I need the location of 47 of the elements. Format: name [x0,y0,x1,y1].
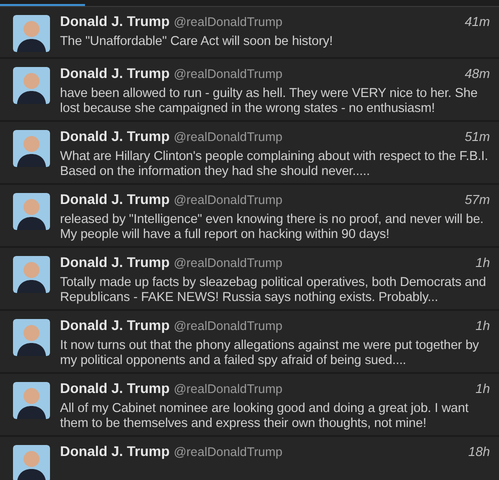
timestamp: 1h [476,380,490,397]
author-handle: @realDonaldTrump [174,255,282,272]
tweet-text: What are Hillary Clinton's people complaining about with respect to the F.B.I. Based on the information they had she should never..... [60,148,490,178]
tweet-text: The "Unaffordable" Care Act will soon be history! [60,33,334,48]
tweet-text: Totally made up facts by sleazebag political operatives, both Democrats and Republicans - FAKE NEWS! Russia says nothing exists. Probably... [60,274,488,304]
tweet-text: All of my Cabinet nominee are looking good and doing a great job. I want them to be themselves and express their own thoughts, not mine! [60,400,470,430]
author-handle: @realDonaldTrump [174,129,282,146]
tweet-row[interactable]: Donald J. Trump @realDonaldTrump 18h [0,437,499,480]
avatar-icon[interactable] [13,319,50,356]
author-name: Donald J. Trump [60,13,170,30]
timestamp: 51m [464,128,490,145]
tweet-text: released by "Intelligence" even knowing there is no proof, and never will be. My people will have a full report on hacking within 90 days! [60,211,485,241]
author-handle: @realDonaldTrump [174,444,282,461]
author-name: Donald J. Trump [60,191,170,208]
author-name: Donald J. Trump [60,443,170,460]
avatar-icon[interactable] [13,445,50,480]
timestamp: 1h [476,254,490,271]
avatar-icon[interactable] [13,382,50,419]
timestamp: 18h [468,443,490,460]
avatar-icon[interactable] [13,193,50,230]
author-handle: @realDonaldTrump [174,318,282,335]
tweet-row[interactable]: Donald J. Trump @realDonaldTrump 1h It now turns out that the phony allegations against me were put together by my political opponents and a failed spy afraid of being sued.... [0,311,499,374]
tweet-text: It now turns out that the phony allegations against me were put together by my political opponents and a failed spy afraid of being sued.... [60,337,480,367]
tweet-row[interactable]: Donald J. Trump @realDonaldTrump 1h Totally made up facts by sleazebag political operatives, both Democrats and Republicans - FAKE NEWS! Russia says nothing exists. Probably... [0,248,499,311]
avatar-icon[interactable] [13,130,50,167]
tweet-text: have been allowed to run - guilty as hell. They were VERY nice to her. She lost because she campaigned in the wrong states - no enthusiasm! [60,85,479,115]
author-handle: @realDonaldTrump [174,14,282,31]
tweet-row[interactable]: Donald J. Trump @realDonaldTrump 1h All of my Cabinet nominee are looking good and doing a great job. I want them to be themselves and express their own thoughts, not mine! [0,374,499,437]
tweet-row[interactable]: Donald J. Trump @realDonaldTrump 51m What are Hillary Clinton's people complaining about with respect to the F.B.I. Based on the information they had she should never..... [0,122,499,185]
tweet-row[interactable]: Donald J. Trump @realDonaldTrump 57m released by "Intelligence" even knowing there is no proof, and never will be. My people will have a full report on hacking within 90 days! [0,185,499,248]
author-handle: @realDonaldTrump [174,381,282,398]
avatar-icon[interactable] [13,67,50,104]
author-name: Donald J. Trump [60,254,170,271]
timestamp: 41m [464,13,490,30]
avatar-icon[interactable] [13,15,50,52]
author-name: Donald J. Trump [60,380,170,397]
tweet-row[interactable]: Donald J. Trump @realDonaldTrump 48m have been allowed to run - guilty as hell. They were VERY nice to her. She lost because she campaigned in the wrong states - no enthusiasm! [0,59,499,122]
author-handle: @realDonaldTrump [174,66,282,83]
author-name: Donald J. Trump [60,317,170,334]
author-handle: @realDonaldTrump [174,192,282,209]
timestamp: 1h [476,317,490,334]
author-name: Donald J. Trump [60,65,170,82]
tweet-row[interactable]: Donald J. Trump @realDonaldTrump 41m The "Unaffordable" Care Act will soon be history! [0,7,499,59]
avatar-icon[interactable] [13,256,50,293]
author-name: Donald J. Trump [60,128,170,145]
timestamp: 57m [464,191,490,208]
timestamp: 48m [464,65,490,82]
